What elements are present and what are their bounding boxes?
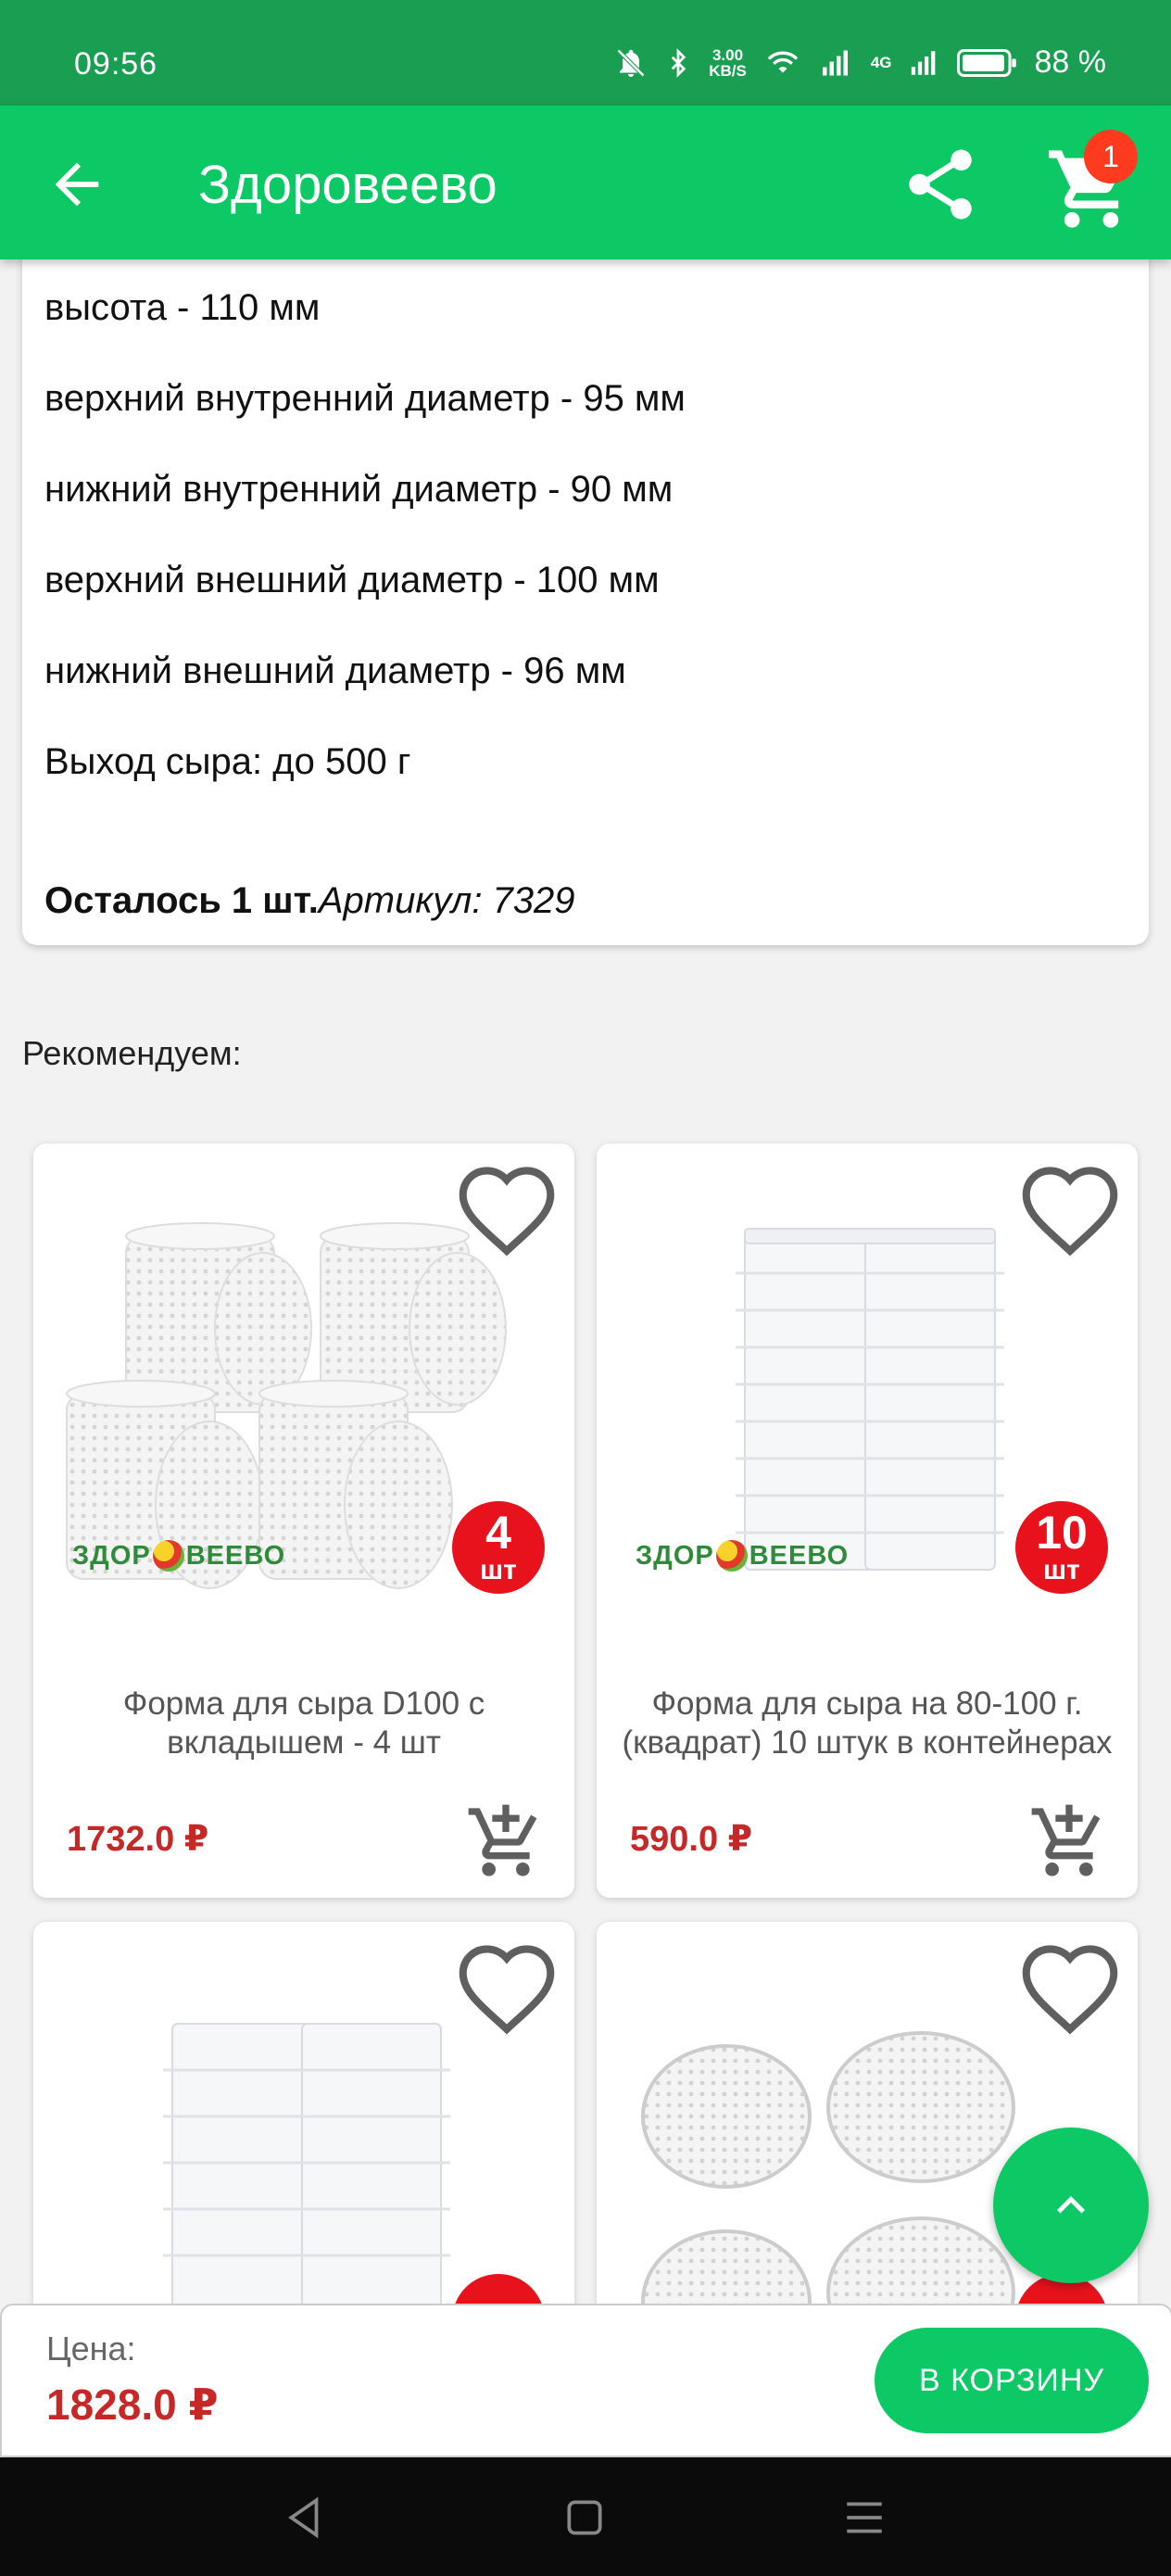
price-label: Цена:: [46, 2330, 136, 2368]
network-type: 4G: [870, 54, 892, 71]
product-name[interactable]: Форма для сыра D100 с вкладышем - 4 шт: [41, 1685, 567, 1762]
back-arrow-icon[interactable]: [44, 152, 109, 217]
heart-outline-icon[interactable]: [1015, 1940, 1125, 2037]
product-description-card: высота - 110 мм верхний внутренний диаме…: [22, 241, 1149, 945]
signal-2-icon: [911, 50, 935, 75]
heart-outline-icon[interactable]: [452, 1162, 561, 1258]
battery-percent: 88 %: [1034, 44, 1107, 80]
spec-bottom-outer-diameter: нижний внешний диаметр - 96 мм: [44, 650, 626, 691]
product-price: 1732.0 ₽: [67, 1820, 209, 1859]
stock-and-sku: Осталось 1 шт.Артикул: 7329: [44, 880, 575, 922]
quantity-badge: 10 шт: [1015, 1501, 1108, 1594]
bluetooth-icon: [671, 47, 686, 78]
spec-bottom-inner-diameter: нижний внутренний диаметр - 90 мм: [44, 469, 674, 510]
battery-icon: [956, 48, 1016, 77]
scroll-to-top-button[interactable]: [993, 2128, 1149, 2283]
status-bar: 09:56 3.00 KB/S 4G 88 %: [0, 0, 1171, 106]
quantity-badge: 4 шт: [452, 1501, 545, 1594]
product-card[interactable]: ЗДОР ВЕЕВО 4 шт Форма для сыра D100 с вкл…: [33, 1143, 574, 1898]
spec-height: высота - 110 мм: [44, 287, 321, 328]
app-bar: Здоровеево: [0, 106, 1171, 259]
product-card[interactable]: [33, 1922, 574, 2348]
add-to-cart-icon[interactable]: [465, 1801, 547, 1883]
system-nav-bar: [0, 2456, 1171, 2576]
add-to-cart-button[interactable]: В КОРЗИНУ: [875, 2328, 1149, 2433]
chevron-up-icon: [1057, 2196, 1085, 2214]
sku-text: Артикул: 7329: [318, 880, 575, 921]
recommend-title: Рекомендуем:: [22, 1034, 242, 1072]
add-to-cart-icon[interactable]: [1028, 1801, 1110, 1883]
buy-bar: Цена: 1828.0 ₽ В КОРЗИНУ: [0, 2304, 1171, 2457]
brand-logo: ЗДОР ВЕЕВО: [72, 1540, 286, 1572]
status-icons: 3.00 KB/S 4G 88 %: [614, 44, 1106, 81]
spec-top-inner-diameter: верхний внутренний диаметр - 95 мм: [44, 378, 686, 419]
stock-text: Осталось 1 шт.: [44, 880, 319, 921]
nav-home-icon[interactable]: [561, 2494, 608, 2541]
product-name[interactable]: Форма для сыра на 80-100 г. (квадрат) 10…: [604, 1685, 1130, 1762]
price-value: 1828.0 ₽: [46, 2380, 219, 2429]
share-icon[interactable]: [899, 143, 982, 226]
heart-outline-icon[interactable]: [1015, 1162, 1125, 1258]
brand-logo: ЗДОР ВЕЕВО: [636, 1540, 850, 1572]
heart-outline-icon[interactable]: [452, 1940, 561, 2037]
network-speed: 3.00 KB/S: [709, 45, 747, 80]
cart-count-badge: 1: [1084, 130, 1138, 183]
nav-menu-icon[interactable]: [841, 2494, 888, 2541]
signal-icon: [822, 50, 848, 75]
wifi-icon: [767, 51, 798, 72]
product-price: 590.0 ₽: [630, 1820, 753, 1859]
nav-back-icon[interactable]: [282, 2494, 328, 2541]
spec-top-outer-diameter: верхний внешний диаметр - 100 мм: [44, 560, 660, 600]
mute-icon: [617, 48, 646, 77]
product-card[interactable]: ЗДОР ВЕЕВО 10 шт Форма для сыра на 80-100…: [597, 1143, 1138, 1898]
spec-cheese-yield: Выход сыра: до 500 г: [44, 741, 411, 782]
status-time: 09:56: [74, 46, 158, 82]
app-title: Здоровеево: [198, 155, 497, 215]
